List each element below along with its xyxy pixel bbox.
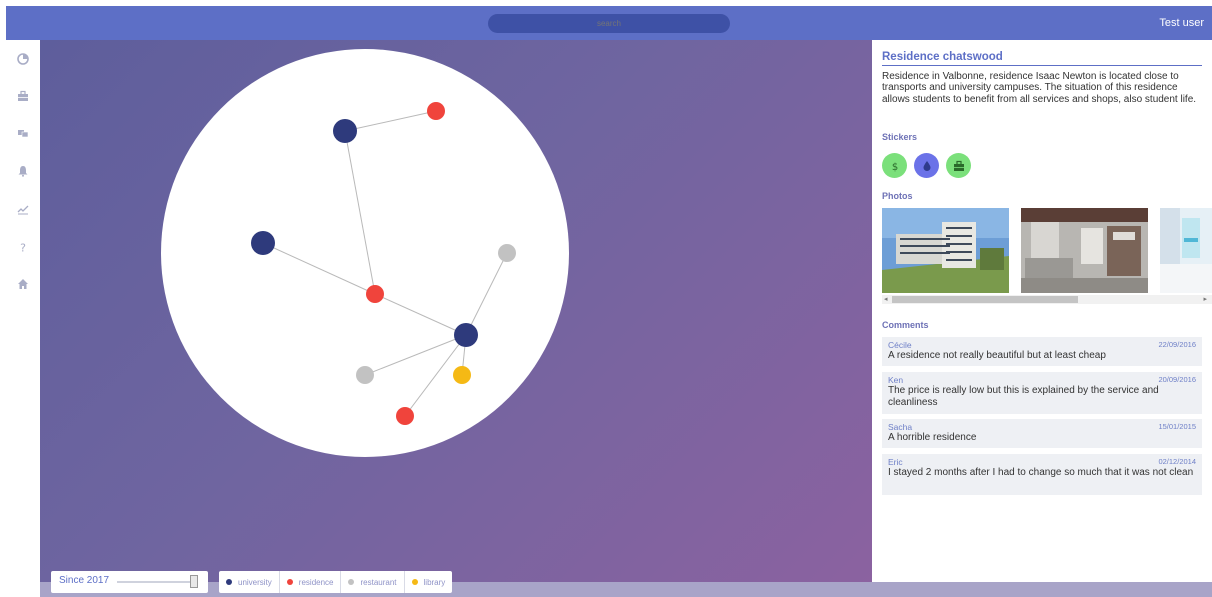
- legend-label: university: [238, 577, 272, 587]
- photo-room[interactable]: [1021, 208, 1148, 293]
- graph-node-university[interactable]: [333, 119, 357, 143]
- comment-author: Sacha: [888, 422, 913, 432]
- graph-node-residence[interactable]: [366, 285, 384, 303]
- stickers-heading: Stickers: [882, 132, 918, 142]
- comment-author: Ken: [888, 375, 904, 385]
- comment-date: 02/12/2014: [1158, 457, 1196, 466]
- top-bar: Test user: [6, 6, 1212, 40]
- legend: university residence restaurant library: [219, 571, 453, 593]
- comment-text: A residence not really beautiful but at …: [888, 350, 1106, 361]
- svg-text:?: ?: [20, 242, 26, 254]
- legend-dot: [348, 579, 355, 585]
- photos-gallery: [882, 208, 1212, 293]
- photo-kitchen[interactable]: [1160, 208, 1212, 293]
- scrollbar-thumb[interactable]: [892, 296, 1078, 303]
- photos-scrollbar[interactable]: ◂ ▸: [882, 295, 1212, 304]
- graph-node-university[interactable]: [454, 323, 478, 347]
- comment-date: 22/09/2016: [1158, 340, 1196, 349]
- comment-author: Eric: [888, 457, 903, 467]
- residence-description: Residence in Valbonne, residence Isaac N…: [882, 71, 1197, 105]
- folders-icon[interactable]: [16, 126, 30, 140]
- comment-item: Ken 20/09/2016 The price is really low b…: [882, 372, 1202, 414]
- help-icon[interactable]: ?: [16, 240, 30, 254]
- comment-text: A horrible residence: [888, 432, 977, 443]
- search-input[interactable]: [488, 14, 730, 33]
- graph-node-restaurant[interactable]: [498, 244, 516, 262]
- comment-date: 15/01/2015: [1158, 422, 1196, 431]
- details-panel: Residence chatswood Residence in Valbonn…: [872, 40, 1212, 582]
- legend-restaurant[interactable]: restaurant: [341, 571, 405, 593]
- graph-canvas[interactable]: [40, 40, 872, 582]
- comment-date: 20/09/2016: [1158, 375, 1196, 384]
- user-menu[interactable]: Test user: [1159, 17, 1204, 29]
- graph-node-restaurant[interactable]: [356, 366, 374, 384]
- dollar-icon[interactable]: $: [882, 153, 907, 178]
- svg-text:$: $: [891, 162, 897, 172]
- comment-author: Cécile: [888, 340, 912, 350]
- briefcase-icon[interactable]: [946, 153, 971, 178]
- since-slider-handle[interactable]: [190, 575, 198, 588]
- graph-node-residence[interactable]: [396, 407, 414, 425]
- briefcase-icon[interactable]: [16, 89, 30, 103]
- drop-icon[interactable]: [914, 153, 939, 178]
- graph-node-library[interactable]: [453, 366, 471, 384]
- legend-library[interactable]: library: [405, 571, 453, 593]
- since-slider-track[interactable]: [117, 581, 193, 583]
- legend-residence[interactable]: residence: [280, 571, 342, 593]
- bell-icon[interactable]: [16, 164, 30, 178]
- since-label: Since 2017: [59, 575, 110, 586]
- comment-item: Cécile 22/09/2016 A residence not really…: [882, 337, 1202, 366]
- home-icon[interactable]: [16, 277, 30, 291]
- comment-text: The price is really low but this is expl…: [888, 385, 1159, 408]
- photos-heading: Photos: [882, 191, 913, 201]
- comment-item: Sacha 15/01/2015 A horrible residence: [882, 419, 1202, 448]
- chart-line-icon[interactable]: [16, 202, 30, 216]
- graph-node-residence[interactable]: [427, 102, 445, 120]
- legend-label: residence: [298, 577, 334, 587]
- graph-node-university[interactable]: [251, 231, 275, 255]
- comment-text: I stayed 2 months after I had to change …: [888, 467, 1194, 478]
- globe-icon[interactable]: [16, 52, 30, 66]
- legend-label: library: [423, 577, 446, 587]
- network-graph[interactable]: [40, 40, 872, 582]
- legend-label: restaurant: [360, 577, 397, 587]
- scroll-left-icon[interactable]: ◂: [884, 295, 888, 304]
- legend-dot: [286, 579, 293, 585]
- legend-dot: [411, 579, 418, 585]
- bottom-strip: [40, 582, 1212, 597]
- photo-building[interactable]: [882, 208, 1009, 293]
- since-filter: Since 2017: [51, 571, 208, 593]
- legend-university[interactable]: university: [219, 571, 280, 593]
- legend-dot: [226, 579, 232, 585]
- scroll-right-icon[interactable]: ▸: [1203, 295, 1207, 304]
- comment-item: Eric 02/12/2014 I stayed 2 months after …: [882, 454, 1202, 495]
- residence-title: Residence chatswood: [882, 51, 1202, 66]
- stickers-list: $: [882, 153, 971, 178]
- comments-heading: Comments: [882, 320, 929, 330]
- sidebar: ?: [6, 40, 40, 597]
- app-root: Test user ? Si: [0, 0, 1212, 597]
